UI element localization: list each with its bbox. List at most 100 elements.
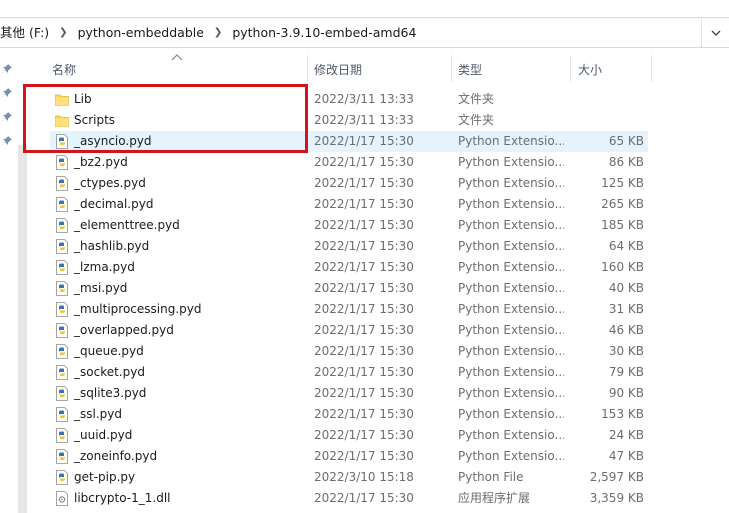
python-file-icon <box>55 260 69 275</box>
breadcrumb-chevron-icon[interactable]: ❯ <box>57 27 69 38</box>
file-row[interactable]: _overlapped.pyd 2022/1/17 15:30 Python Ext… <box>50 320 648 341</box>
file-name: _lzma.pyd <box>74 260 135 274</box>
column-divider[interactable] <box>570 55 571 82</box>
breadcrumb: 其他 (F:) ❯ python-embeddable ❯ python-3.9… <box>0 18 424 47</box>
python-file-icon <box>55 407 69 422</box>
chevron-down-icon <box>711 30 720 36</box>
file-type: Python Extensio... <box>458 134 564 148</box>
file-type: Python Extensio... <box>458 386 564 400</box>
file-modified-date: 2022/1/17 15:30 <box>314 134 414 148</box>
file-size: 2,597 KB <box>589 470 644 484</box>
file-type: Python Extensio... <box>458 344 564 358</box>
file-modified-date: 2022/1/17 15:30 <box>314 449 414 463</box>
dll-file-icon <box>55 491 69 506</box>
file-type: Python Extensio... <box>458 218 564 232</box>
file-row[interactable]: _queue.pyd 2022/1/17 15:30 Python Extensio… <box>50 341 648 362</box>
breadcrumb-chevron-icon[interactable]: ❯ <box>212 27 224 38</box>
address-bar[interactable]: 其他 (F:) ❯ python-embeddable ❯ python-3.9… <box>0 17 729 48</box>
navigation-pane <box>0 49 16 513</box>
file-modified-date: 2022/1/17 15:30 <box>314 239 414 253</box>
file-row[interactable]: _msi.pyd 2022/1/17 15:30 Python Extensio..… <box>50 278 648 299</box>
python-file-icon <box>55 302 69 317</box>
file-row[interactable]: _decimal.pyd 2022/1/17 15:30 Python Extens… <box>50 194 648 215</box>
breadcrumb-current-folder[interactable]: python-3.9.10-embed-amd64 <box>224 18 424 47</box>
file-type: Python File <box>458 470 524 484</box>
file-row[interactable]: _bz2.pyd 2022/1/17 15:30 Python Extensio..… <box>50 152 648 173</box>
file-name: _socket.pyd <box>74 365 145 379</box>
file-name: _multiprocessing.pyd <box>74 302 202 316</box>
file-modified-date: 2022/3/11 13:33 <box>314 92 414 106</box>
file-row[interactable]: _lzma.pyd 2022/1/17 15:30 Python Extensio.… <box>50 257 648 278</box>
file-name: _elementtree.pyd <box>74 218 180 232</box>
file-row[interactable]: _elementtree.pyd 2022/1/17 15:30 Python Ex… <box>50 215 648 236</box>
breadcrumb-drive[interactable]: 其他 (F:) <box>0 18 57 47</box>
file-size: 24 KB <box>608 428 644 442</box>
file-modified-date: 2022/3/11 13:33 <box>314 113 414 127</box>
file-row[interactable]: _uuid.pyd 2022/1/17 15:30 Python Extensio.… <box>50 425 648 446</box>
file-type: 文件夹 <box>458 92 495 106</box>
annotation-highlight-box <box>23 84 308 153</box>
file-name: _uuid.pyd <box>74 428 133 442</box>
column-divider[interactable] <box>651 55 652 82</box>
python-file-icon <box>55 323 69 338</box>
file-type: Python Extensio... <box>458 323 564 337</box>
file-size: 30 KB <box>608 344 644 358</box>
file-row[interactable]: _zoneinfo.pyd 2022/1/17 15:30 Python Exten… <box>50 446 648 467</box>
file-modified-date: 2022/1/17 15:30 <box>314 197 414 211</box>
python-file-icon <box>55 218 69 233</box>
python-file-icon <box>55 386 69 401</box>
file-modified-date: 2022/1/17 15:30 <box>314 407 414 421</box>
file-name: _zoneinfo.pyd <box>74 449 158 463</box>
file-name: _overlapped.pyd <box>74 323 174 337</box>
pin-icon <box>2 88 12 97</box>
file-modified-date: 2022/1/17 15:30 <box>314 491 414 505</box>
python-file-icon <box>55 365 69 380</box>
file-name: _msi.pyd <box>74 281 128 295</box>
breadcrumb-python-embeddable[interactable]: python-embeddable <box>70 18 212 47</box>
file-type: Python Extensio... <box>458 281 564 295</box>
file-modified-date: 2022/1/17 15:30 <box>314 155 414 169</box>
file-row[interactable]: _ctypes.pyd 2022/1/17 15:30 Python Extensi… <box>50 173 648 194</box>
file-size: 31 KB <box>608 302 644 316</box>
column-header-type[interactable]: 类型 <box>458 52 568 84</box>
file-row[interactable]: get-pip.py 2022/3/10 15:18 Python File 2,59… <box>50 467 648 488</box>
file-name: _ssl.pyd <box>74 407 122 421</box>
column-header-date[interactable]: 修改日期 <box>314 52 450 84</box>
file-type: Python Extensio... <box>458 239 564 253</box>
file-modified-date: 2022/3/10 15:18 <box>314 470 414 484</box>
file-row[interactable]: _sqlite3.pyd 2022/1/17 15:30 Python Extens… <box>50 383 648 404</box>
file-type: 文件夹 <box>458 113 495 127</box>
pin-icon <box>2 64 12 73</box>
column-divider[interactable] <box>451 55 452 82</box>
column-header-size[interactable]: 大小 <box>578 52 648 84</box>
file-row[interactable]: _ssl.pyd 2022/1/17 15:30 Python Extensio..… <box>50 404 648 425</box>
column-divider[interactable] <box>307 55 308 82</box>
file-row[interactable]: _hashlib.pyd 2022/1/17 15:30 Python Extens… <box>50 236 648 257</box>
file-row[interactable]: _multiprocessing.pyd 2022/1/17 15:30 Pytho… <box>50 299 648 320</box>
python-file-icon <box>55 155 69 170</box>
file-row[interactable]: _socket.pyd 2022/1/17 15:30 Python Extensi… <box>50 362 648 383</box>
file-size: 47 KB <box>608 449 644 463</box>
file-name: _decimal.pyd <box>74 197 154 211</box>
file-modified-date: 2022/1/17 15:30 <box>314 260 414 274</box>
file-size: 265 KB <box>601 197 644 211</box>
file-size: 46 KB <box>608 323 644 337</box>
file-row[interactable]: libcrypto-1_1.dll 2022/1/17 15:30 应用程序扩展 3,… <box>50 488 648 509</box>
file-size: 40 KB <box>608 281 644 295</box>
file-type: Python Extensio... <box>458 302 564 316</box>
file-name: _sqlite3.pyd <box>74 386 147 400</box>
python-file-icon <box>55 176 69 191</box>
file-name: libcrypto-1_1.dll <box>74 491 171 505</box>
navigation-scrollbar[interactable] <box>18 145 27 513</box>
file-size: 160 KB <box>601 260 644 274</box>
file-modified-date: 2022/1/17 15:30 <box>314 428 414 442</box>
file-size: 79 KB <box>608 365 644 379</box>
file-size: 65 KB <box>608 134 644 148</box>
column-header-name[interactable]: 名称 <box>52 52 306 84</box>
file-name: _hashlib.pyd <box>74 239 150 253</box>
address-history-button[interactable] <box>701 18 729 47</box>
file-type: Python Extensio... <box>458 176 564 190</box>
python-file-icon <box>55 239 69 254</box>
file-name: _ctypes.pyd <box>74 176 146 190</box>
file-modified-date: 2022/1/17 15:30 <box>314 281 414 295</box>
